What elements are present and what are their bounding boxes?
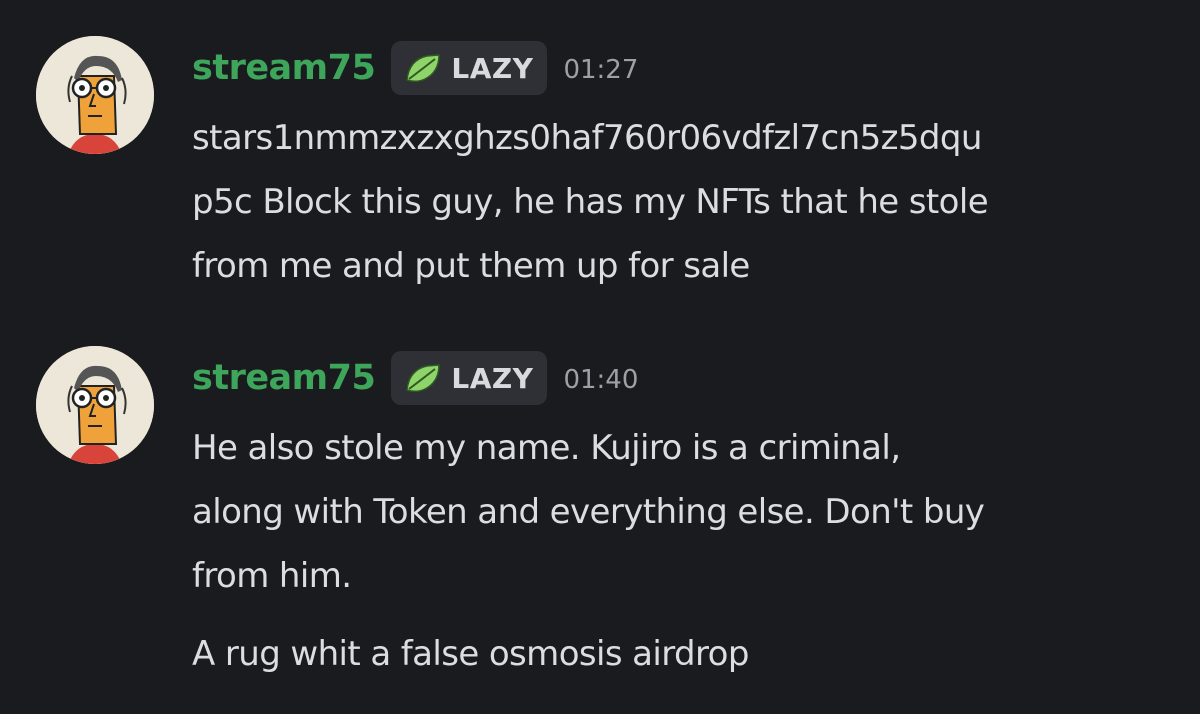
message-line: from him.	[192, 556, 352, 596]
user-avatar[interactable]	[36, 346, 154, 464]
message-body: He also stole my name. Kujiro is a crimi…	[192, 416, 1182, 686]
username[interactable]: stream75	[192, 48, 376, 88]
message-line: stars1nmmzxzxghzs0haf760r06vdfzl7cn5z5dq…	[192, 118, 982, 158]
role-tag-label: LAZY	[451, 361, 534, 395]
followup-message-line: A rug whit a false osmosis airdrop	[192, 634, 749, 674]
role-tag-label: LAZY	[451, 51, 534, 85]
message-line: He also stole my name. Kujiro is a crimi…	[192, 428, 901, 468]
user-avatar[interactable]	[36, 36, 154, 154]
role-tag[interactable]: LAZY	[391, 351, 548, 405]
timestamp: 01:27	[563, 55, 639, 85]
avatar-drawing-icon	[36, 36, 154, 154]
timestamp: 01:40	[563, 365, 639, 395]
message-body: stars1nmmzxzxghzs0haf760r06vdfzl7cn5z5dq…	[192, 106, 1182, 298]
message-header: stream75 LAZY 01:27	[192, 40, 638, 96]
leaf-icon	[406, 364, 441, 393]
leaf-icon	[406, 54, 441, 83]
username[interactable]: stream75	[192, 358, 376, 398]
role-tag[interactable]: LAZY	[391, 41, 548, 95]
message-line: from me and put them up for sale	[192, 246, 750, 286]
avatar-drawing-icon	[36, 346, 154, 464]
message-header: stream75 LAZY 01:40	[192, 350, 638, 406]
message-line: along with Token and everything else. Do…	[192, 492, 985, 532]
message-line: p5c Block this guy, he has my NFTs that …	[192, 182, 989, 222]
